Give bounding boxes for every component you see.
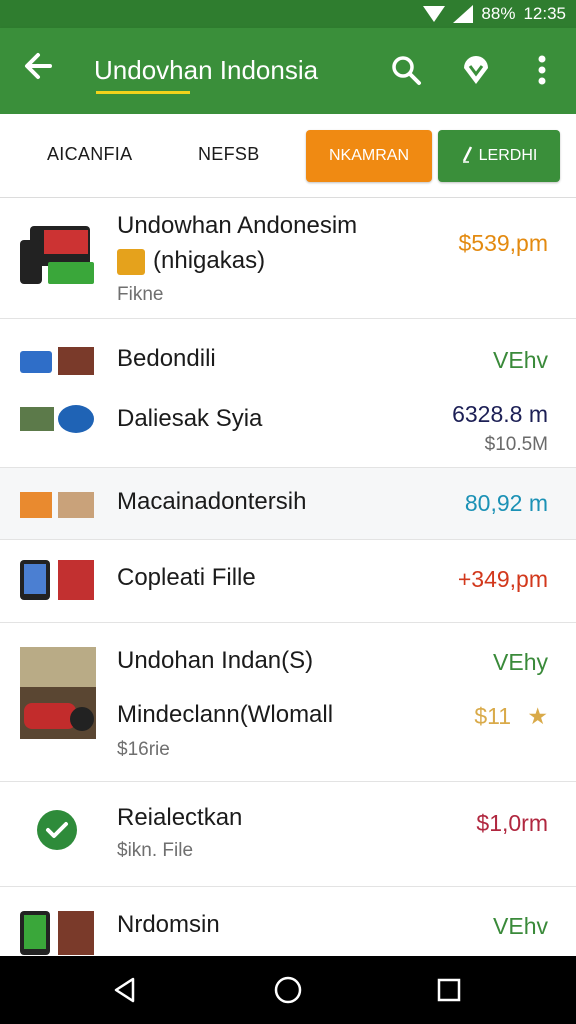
- item-title: Mindeclann(Wlomall: [117, 701, 334, 728]
- status-icons: 88% 12:35: [423, 3, 566, 25]
- nkamran-button[interactable]: NKAMRAN: [306, 130, 432, 182]
- tab-nefsb[interactable]: NEFSB: [198, 144, 260, 165]
- pencil-icon: [461, 145, 475, 168]
- wifi-icon: [423, 6, 446, 22]
- item-title: Undowhan Andonesim: [117, 212, 358, 239]
- map-pin-icon[interactable]: [454, 48, 498, 92]
- item-price: 6328.8 m: [452, 401, 548, 427]
- battery-text: 88%: [481, 4, 516, 23]
- item-price: 80,92 m: [464, 490, 548, 516]
- check-circle-icon: [37, 810, 77, 850]
- lerdhi-button-label: LERDHI: [478, 147, 538, 164]
- nav-home-icon[interactable]: [266, 968, 310, 1012]
- tab-aicanfia[interactable]: AICANFIA: [47, 144, 132, 165]
- badge-icon: [117, 249, 145, 275]
- nav-recents-icon[interactable]: [427, 968, 471, 1012]
- list-item[interactable]: Reialectkan $1,0rm $ikn. File: [0, 782, 576, 887]
- list-item[interactable]: Copleati Fille +349,pm: [0, 540, 576, 623]
- item-meta: $ikn. File: [117, 840, 194, 861]
- app-bar: Undovhan Indonsia: [0, 28, 576, 114]
- item-price: +349,pm: [457, 566, 548, 592]
- lerdhi-button[interactable]: LERDHI: [438, 130, 560, 182]
- item-subtitle: (nhigakas): [153, 247, 266, 274]
- item-meta: Fikne: [117, 284, 164, 305]
- back-arrow-icon[interactable]: [18, 48, 58, 92]
- status-bar: 88% 12:35: [0, 0, 576, 28]
- device-thumbnail: [20, 226, 96, 286]
- status-time: 12:35: [523, 4, 566, 23]
- item-title: Reialectkan: [117, 804, 243, 831]
- more-vert-icon[interactable]: [520, 48, 564, 92]
- item-title: Copleati Fille: [117, 564, 256, 591]
- app-title: Undovhan Indonsia: [94, 55, 319, 85]
- item-meta: $16rie: [117, 739, 170, 760]
- list-item[interactable]: Bedondili VEhv Daliesak Syia 6328.8 m $1…: [0, 319, 576, 468]
- item-price: VEhy: [493, 649, 548, 675]
- cards-thumbnail: [20, 347, 96, 377]
- item-price-value: $11: [474, 703, 511, 729]
- cell-signal-icon: [453, 5, 474, 23]
- search-icon[interactable]: [384, 48, 428, 92]
- item-title: Nrdomsin: [117, 911, 220, 938]
- tab-bar: AICANFIA NEFSB NKAMRAN LERDHI: [0, 114, 576, 198]
- nav-back-icon[interactable]: [103, 968, 147, 1012]
- nkamran-button-label: NKAMRAN: [328, 147, 409, 164]
- list-item[interactable]: Nrdomsin VEhv: [0, 887, 576, 956]
- system-nav-bar: [0, 956, 576, 1024]
- list-item[interactable]: Undowhan Andonesim (nhigakas) Fikne $539…: [0, 198, 576, 319]
- star-icon: ★: [527, 703, 548, 729]
- item-price: $539,pm: [458, 230, 548, 256]
- item-price: VEhv: [493, 347, 548, 373]
- logo-thumbnail: [20, 403, 96, 435]
- result-list: Undowhan Andonesim (nhigakas) Fikne $539…: [0, 198, 576, 956]
- food-thumbnail: [20, 490, 96, 520]
- item-price: VEhv: [493, 913, 548, 939]
- item-price-sub: $10.5M: [484, 434, 548, 455]
- item-price: $1,0rm: [476, 810, 548, 836]
- phone-thumbnail: [20, 560, 96, 600]
- item-title: Macainadontersih: [117, 488, 307, 515]
- item-title: Undohan Indan(S): [117, 647, 314, 674]
- car-thumbnail: [20, 647, 96, 739]
- title-underline: [96, 91, 190, 94]
- item-title: Daliesak Syia: [117, 405, 263, 432]
- device-thumbnail: [20, 911, 96, 955]
- list-item[interactable]: Macainadontersih 80,92 m: [0, 468, 576, 540]
- item-price: $11 ★: [474, 703, 548, 730]
- list-item[interactable]: Undohan Indan(S) VEhy Mindeclann(Wlomall…: [0, 623, 576, 782]
- item-title: Bedondili: [117, 345, 216, 372]
